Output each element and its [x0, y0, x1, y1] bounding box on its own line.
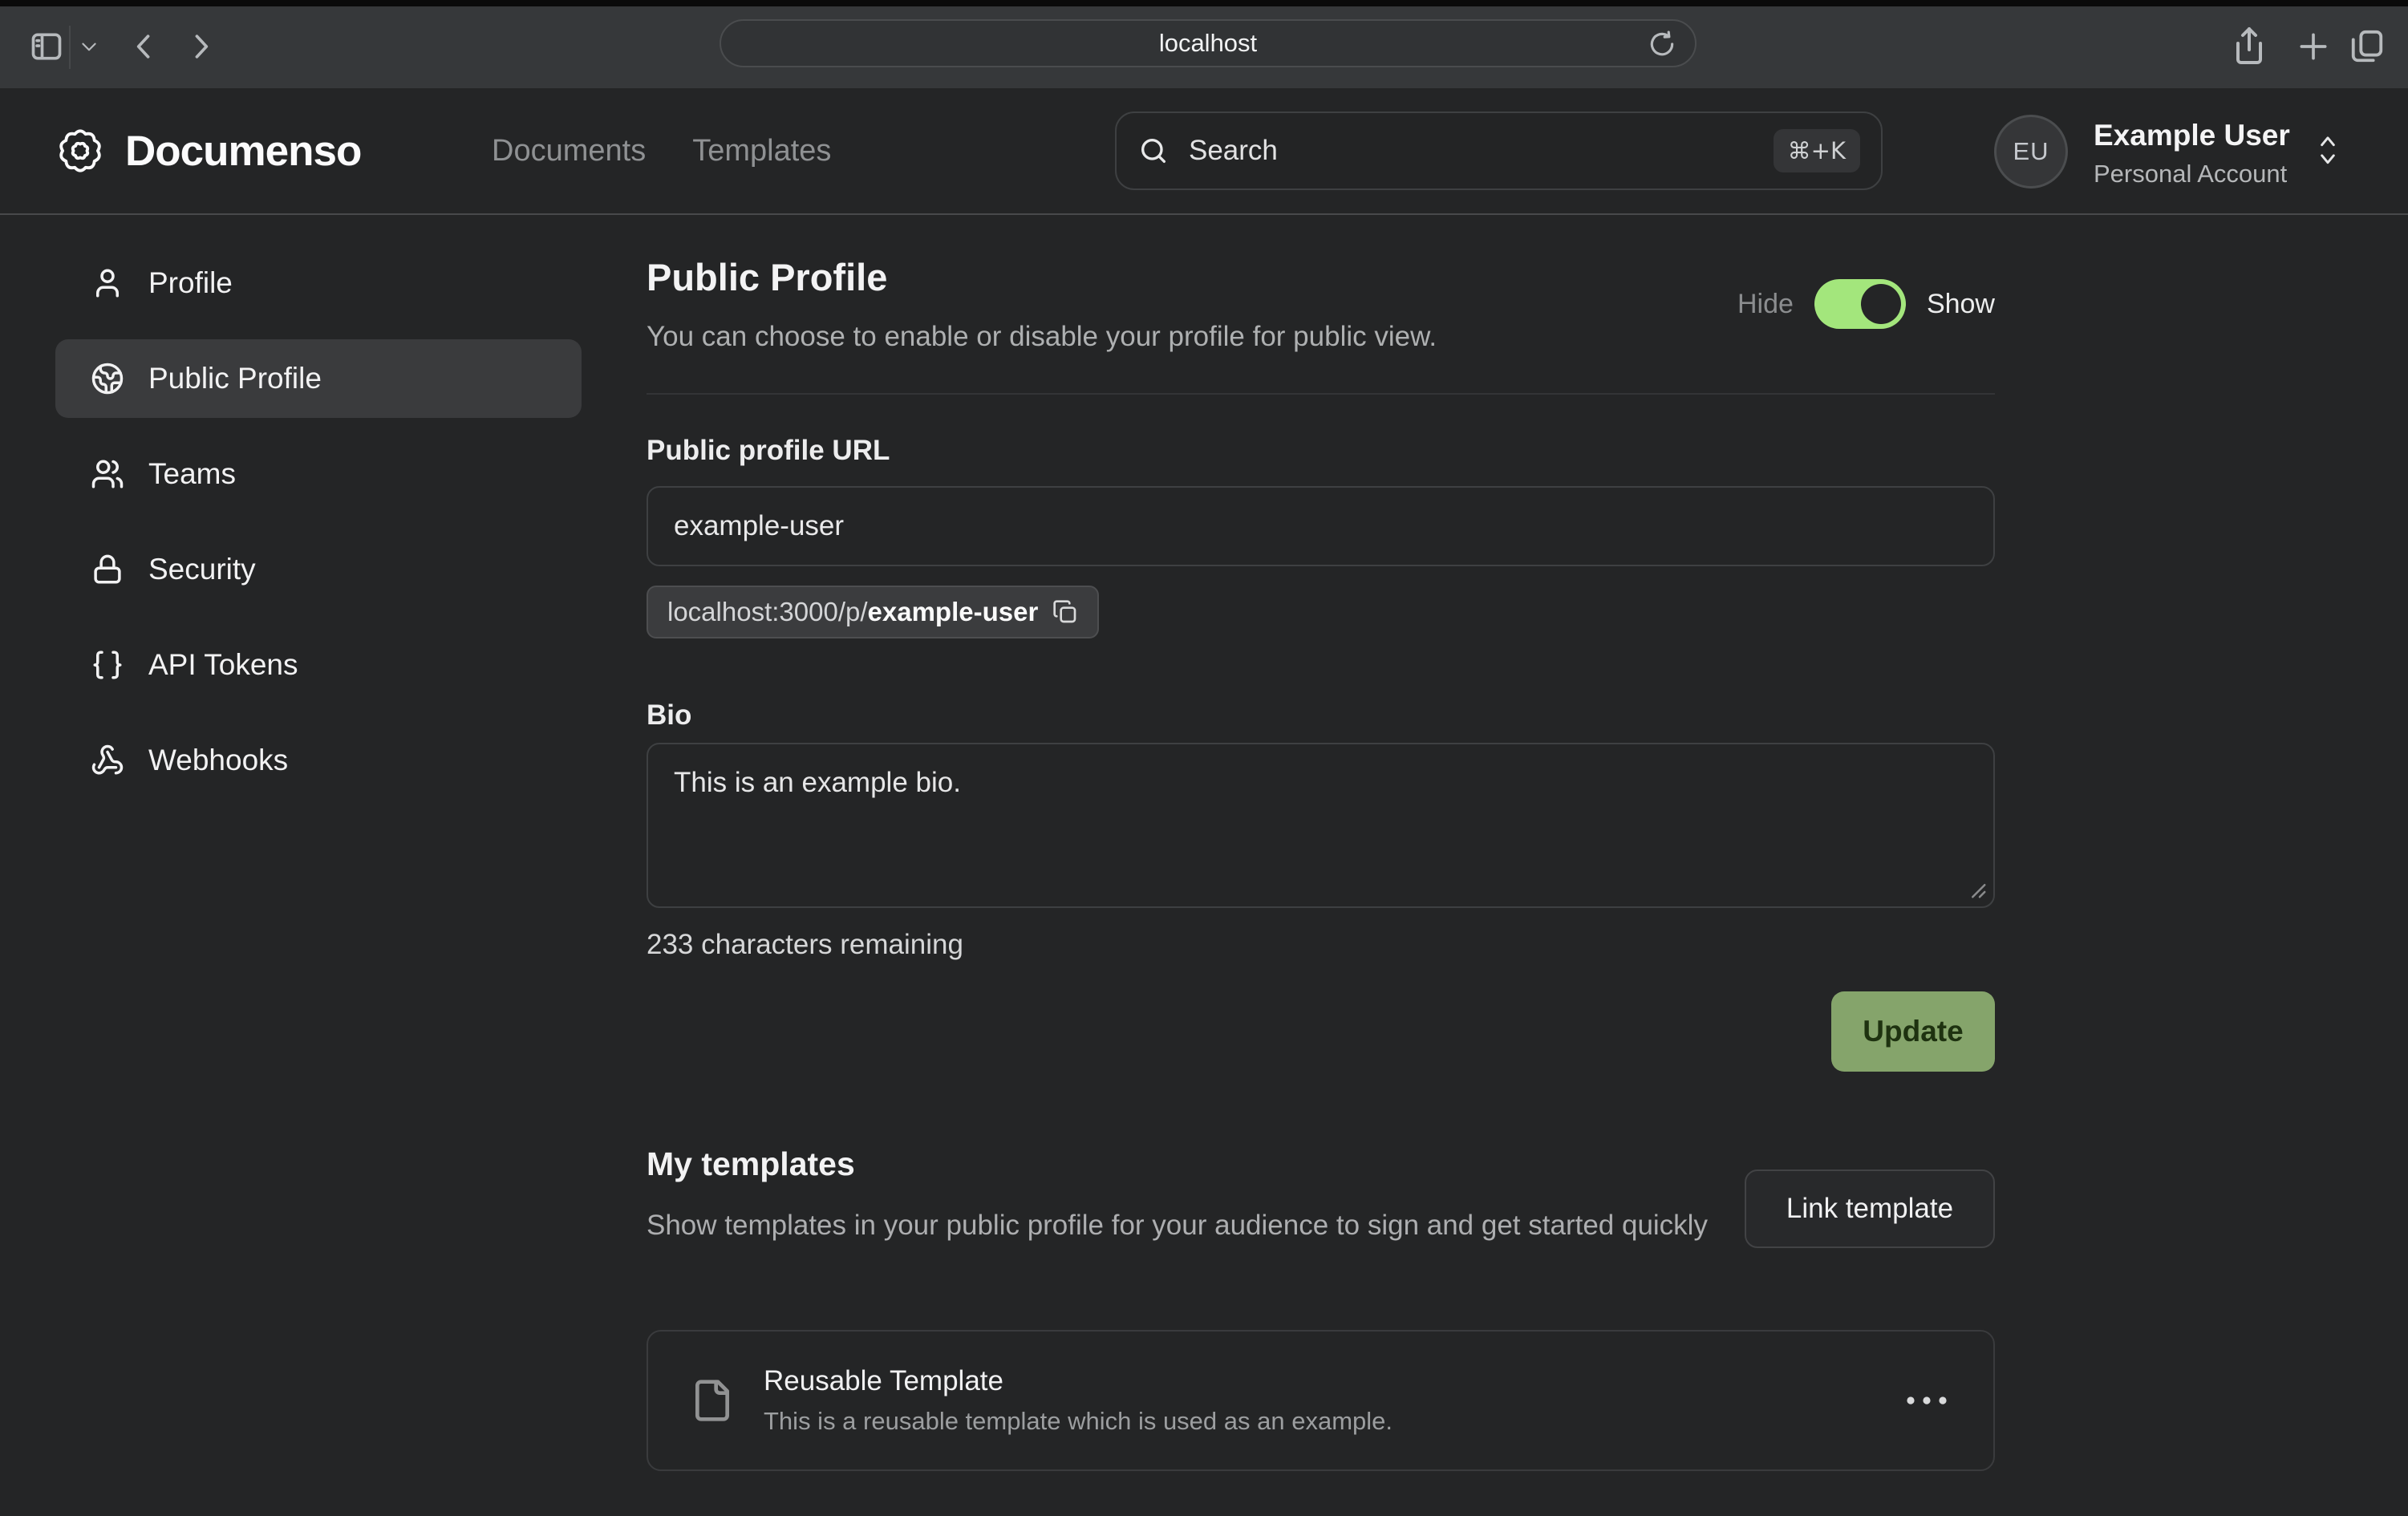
chevrons-up-down-icon[interactable] [2313, 133, 2342, 168]
avatar-initials: EU [2013, 137, 2049, 166]
documenso-app: Documenso Documents Templates ⌘+K EU Exa… [0, 88, 2408, 1516]
avatar[interactable]: EU [1994, 115, 2068, 188]
my-templates-title: My templates [647, 1145, 855, 1183]
tab-overview-icon[interactable] [2349, 27, 2386, 66]
update-button[interactable]: Update [1831, 991, 1995, 1072]
page-title: Public Profile [647, 255, 887, 299]
sidebar-panel-icon[interactable] [29, 29, 64, 64]
users-icon [91, 457, 124, 491]
sidebar-item-label: API Tokens [148, 648, 298, 682]
back-icon[interactable] [127, 29, 162, 64]
visibility-toggle-row: Hide Show [1737, 279, 1995, 329]
address-bar-url: localhost [1159, 29, 1257, 58]
browser-toolbar: localhost [0, 6, 2408, 88]
url-prefix: localhost:3000/p/ [667, 597, 868, 626]
toggle-knob [1861, 284, 1901, 324]
copy-url-button[interactable] [1052, 599, 1078, 625]
public-url-preview: localhost:3000/p/example-user [647, 586, 1099, 638]
page-description: You can choose to enable or disable your… [647, 321, 1437, 353]
my-templates-description: Show templates in your public profile fo… [647, 1205, 1713, 1246]
toggle-off-label: Hide [1737, 289, 1794, 320]
address-bar[interactable]: localhost [720, 19, 1697, 67]
sidebar-item-api-tokens[interactable]: API Tokens [55, 626, 582, 704]
file-icon [690, 1378, 735, 1423]
user-icon [91, 266, 124, 300]
sidebar-item-public-profile[interactable]: Public Profile [55, 339, 582, 418]
ellipsis-icon [1902, 1392, 1952, 1409]
template-info: Reusable Template This is a reusable tem… [764, 1365, 1393, 1436]
copy-icon [1052, 599, 1078, 625]
nav-templates[interactable]: Templates [692, 134, 831, 168]
visibility-toggle[interactable] [1814, 279, 1906, 329]
sidebar-item-label: Webhooks [148, 744, 288, 777]
link-template-button[interactable]: Link template [1745, 1169, 1995, 1248]
sidebar-item-security[interactable]: Security [55, 530, 582, 609]
sidebar-item-label: Teams [148, 457, 236, 491]
url-slug: example-user [868, 597, 1039, 626]
main-nav: Documents Templates [492, 88, 831, 213]
user-name: Example User [2094, 119, 2290, 152]
sidebar-item-webhooks[interactable]: Webhooks [55, 721, 582, 800]
globe-icon [91, 362, 124, 395]
brand-link[interactable]: Documenso [55, 88, 361, 213]
sidebar-item-label: Security [148, 553, 256, 586]
webhook-icon [91, 744, 124, 777]
public-url-input[interactable] [647, 486, 1995, 566]
search-box[interactable]: ⌘+K [1115, 111, 1883, 190]
toggle-on-label: Show [1927, 289, 1995, 320]
braces-icon [91, 648, 124, 682]
reload-icon[interactable] [1647, 29, 1677, 59]
section-divider [647, 393, 1995, 395]
resize-handle[interactable] [1964, 876, 1988, 900]
search-input[interactable] [1189, 135, 1754, 167]
chevron-down-icon[interactable] [79, 40, 99, 55]
nav-documents[interactable]: Documents [492, 134, 646, 168]
sidebar-item-teams[interactable]: Teams [55, 435, 582, 513]
bio-label: Bio [647, 699, 691, 732]
sidebar-item-label: Public Profile [148, 362, 322, 395]
toolbar-divider [69, 26, 71, 69]
template-menu-button[interactable] [1895, 1386, 1958, 1415]
window-top-edge [0, 0, 2408, 6]
settings-sidebar: Profile Public Profile Teams Security AP… [55, 244, 582, 817]
app-header: Documenso Documents Templates ⌘+K EU Exa… [0, 88, 2408, 215]
user-account-type: Personal Account [2094, 160, 2290, 188]
new-tab-icon[interactable] [2296, 29, 2331, 64]
share-icon[interactable] [2230, 26, 2268, 67]
template-description: This is a reusable template which is use… [764, 1407, 1393, 1436]
bio-textarea[interactable]: This is an example bio. [647, 743, 1995, 908]
public-url-label: Public profile URL [647, 435, 890, 467]
user-menu[interactable]: Example User Personal Account [2094, 119, 2290, 188]
sidebar-item-label: Profile [148, 266, 233, 300]
brand-name: Documenso [125, 127, 361, 176]
search-shortcut-badge: ⌘+K [1774, 129, 1860, 172]
search-icon [1137, 135, 1170, 167]
documenso-logo-icon [55, 125, 106, 176]
template-name: Reusable Template [764, 1365, 1393, 1397]
characters-remaining: 233 characters remaining [647, 929, 963, 961]
template-card: Reusable Template This is a reusable tem… [647, 1330, 1995, 1471]
lock-icon [91, 553, 124, 586]
sidebar-item-profile[interactable]: Profile [55, 244, 582, 322]
forward-icon[interactable] [183, 29, 218, 64]
